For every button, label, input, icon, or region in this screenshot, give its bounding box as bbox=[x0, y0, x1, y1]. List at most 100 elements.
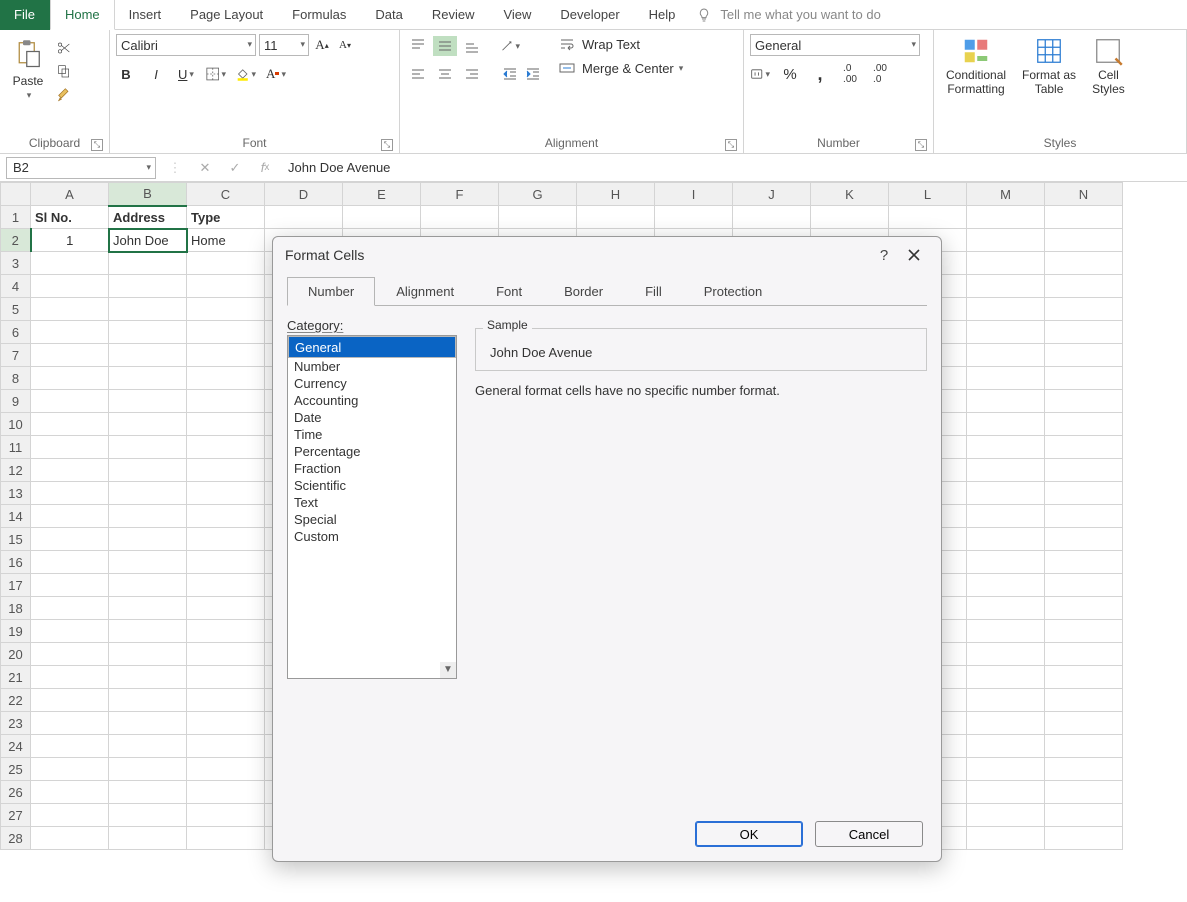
cell-A11[interactable] bbox=[31, 436, 109, 459]
cell-B26[interactable] bbox=[109, 781, 187, 804]
cell-B20[interactable] bbox=[109, 643, 187, 666]
column-header-A[interactable]: A bbox=[31, 183, 109, 206]
column-header-D[interactable]: D bbox=[265, 183, 343, 206]
cell-D1[interactable] bbox=[265, 206, 343, 229]
cell-B21[interactable] bbox=[109, 666, 187, 689]
cell-B23[interactable] bbox=[109, 712, 187, 735]
cell-C24[interactable] bbox=[187, 735, 265, 758]
cell-C18[interactable] bbox=[187, 597, 265, 620]
cell-N19[interactable] bbox=[1045, 620, 1123, 643]
bold-button[interactable]: B bbox=[116, 64, 136, 84]
cell-M13[interactable] bbox=[967, 482, 1045, 505]
row-header-23[interactable]: 23 bbox=[1, 712, 31, 735]
cell-B10[interactable] bbox=[109, 413, 187, 436]
cell-M28[interactable] bbox=[967, 827, 1045, 850]
category-item-fraction[interactable]: Fraction bbox=[288, 460, 456, 477]
increase-font-button[interactable]: A▴ bbox=[312, 35, 332, 55]
cell-B7[interactable] bbox=[109, 344, 187, 367]
cell-B16[interactable] bbox=[109, 551, 187, 574]
cell-N18[interactable] bbox=[1045, 597, 1123, 620]
cancel-formula-button[interactable]: ✕ bbox=[194, 157, 216, 179]
cell-N17[interactable] bbox=[1045, 574, 1123, 597]
cell-M3[interactable] bbox=[967, 252, 1045, 275]
tab-help[interactable]: Help bbox=[635, 0, 691, 30]
cell-J1[interactable] bbox=[733, 206, 811, 229]
column-header-M[interactable]: M bbox=[967, 183, 1045, 206]
align-middle-button[interactable] bbox=[433, 36, 457, 56]
row-header-18[interactable]: 18 bbox=[1, 597, 31, 620]
column-header-K[interactable]: K bbox=[811, 183, 889, 206]
row-header-6[interactable]: 6 bbox=[1, 321, 31, 344]
cell-N10[interactable] bbox=[1045, 413, 1123, 436]
cell-N11[interactable] bbox=[1045, 436, 1123, 459]
cell-C9[interactable] bbox=[187, 390, 265, 413]
decrease-decimal-button[interactable]: .00.0 bbox=[870, 64, 890, 84]
cell-A23[interactable] bbox=[31, 712, 109, 735]
cell-N28[interactable] bbox=[1045, 827, 1123, 850]
cell-B19[interactable] bbox=[109, 620, 187, 643]
clipboard-launcher[interactable]: ⤡ bbox=[91, 139, 103, 151]
cell-A19[interactable] bbox=[31, 620, 109, 643]
category-item-text[interactable]: Text bbox=[288, 494, 456, 511]
row-header-2[interactable]: 2 bbox=[1, 229, 31, 252]
enter-formula-button[interactable]: ✓ bbox=[224, 157, 246, 179]
category-item-custom[interactable]: Custom bbox=[288, 528, 456, 545]
number-format-select[interactable]: General▾ bbox=[750, 34, 920, 56]
cell-N13[interactable] bbox=[1045, 482, 1123, 505]
cell-B6[interactable] bbox=[109, 321, 187, 344]
row-header-28[interactable]: 28 bbox=[1, 827, 31, 850]
cell-C17[interactable] bbox=[187, 574, 265, 597]
cell-C28[interactable] bbox=[187, 827, 265, 850]
cell-C19[interactable] bbox=[187, 620, 265, 643]
cell-M4[interactable] bbox=[967, 275, 1045, 298]
conditional-formatting-button[interactable]: Conditional Formatting bbox=[940, 34, 1012, 98]
column-header-B[interactable]: B bbox=[109, 183, 187, 206]
cut-button[interactable] bbox=[54, 38, 74, 58]
row-header-17[interactable]: 17 bbox=[1, 574, 31, 597]
row-header-13[interactable]: 13 bbox=[1, 482, 31, 505]
cell-B12[interactable] bbox=[109, 459, 187, 482]
category-list[interactable]: ▲ GeneralNumberCurrencyAccountingDateTim… bbox=[287, 335, 457, 679]
cell-A12[interactable] bbox=[31, 459, 109, 482]
cell-A18[interactable] bbox=[31, 597, 109, 620]
row-header-4[interactable]: 4 bbox=[1, 275, 31, 298]
format-painter-button[interactable] bbox=[54, 84, 74, 104]
italic-button[interactable]: I bbox=[146, 64, 166, 84]
cell-M6[interactable] bbox=[967, 321, 1045, 344]
align-bottom-button[interactable] bbox=[460, 36, 484, 56]
tab-insert[interactable]: Insert bbox=[115, 0, 177, 30]
row-header-24[interactable]: 24 bbox=[1, 735, 31, 758]
cancel-button[interactable]: Cancel bbox=[815, 821, 923, 847]
category-item-date[interactable]: Date bbox=[288, 409, 456, 426]
cell-styles-button[interactable]: Cell Styles bbox=[1086, 34, 1131, 98]
row-header-5[interactable]: 5 bbox=[1, 298, 31, 321]
cell-C26[interactable] bbox=[187, 781, 265, 804]
row-header-15[interactable]: 15 bbox=[1, 528, 31, 551]
cell-M2[interactable] bbox=[967, 229, 1045, 252]
cell-C6[interactable] bbox=[187, 321, 265, 344]
column-header-E[interactable]: E bbox=[343, 183, 421, 206]
row-header-12[interactable]: 12 bbox=[1, 459, 31, 482]
category-item-time[interactable]: Time bbox=[288, 426, 456, 443]
font-name-select[interactable]: Calibri▾ bbox=[116, 34, 256, 56]
row-header-7[interactable]: 7 bbox=[1, 344, 31, 367]
cell-A27[interactable] bbox=[31, 804, 109, 827]
cell-B5[interactable] bbox=[109, 298, 187, 321]
cell-C14[interactable] bbox=[187, 505, 265, 528]
cell-N24[interactable] bbox=[1045, 735, 1123, 758]
cell-M25[interactable] bbox=[967, 758, 1045, 781]
tab-file[interactable]: File bbox=[0, 0, 50, 30]
align-right-button[interactable] bbox=[460, 64, 484, 84]
category-item-general[interactable]: General bbox=[288, 336, 456, 358]
cell-N20[interactable] bbox=[1045, 643, 1123, 666]
row-header-10[interactable]: 10 bbox=[1, 413, 31, 436]
cell-N2[interactable] bbox=[1045, 229, 1123, 252]
cell-M14[interactable] bbox=[967, 505, 1045, 528]
cell-B15[interactable] bbox=[109, 528, 187, 551]
cell-C1[interactable]: Type bbox=[187, 206, 265, 229]
cell-C25[interactable] bbox=[187, 758, 265, 781]
cell-B18[interactable] bbox=[109, 597, 187, 620]
cell-B9[interactable] bbox=[109, 390, 187, 413]
cell-N9[interactable] bbox=[1045, 390, 1123, 413]
font-launcher[interactable]: ⤡ bbox=[381, 139, 393, 151]
